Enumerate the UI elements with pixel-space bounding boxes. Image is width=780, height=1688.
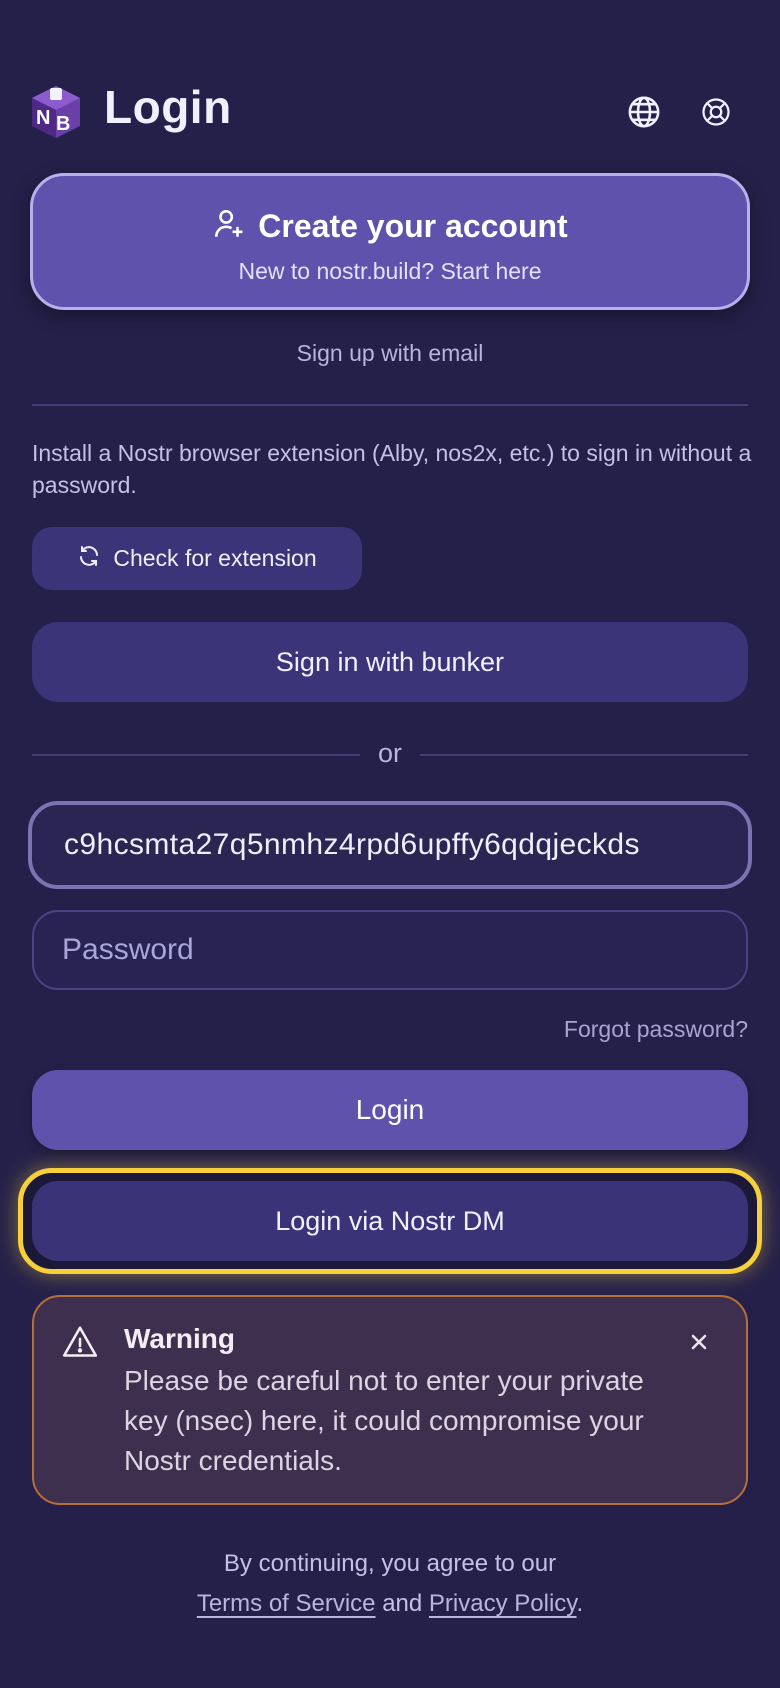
globe-icon[interactable] bbox=[624, 92, 664, 132]
create-account-title: Create your account bbox=[258, 208, 568, 244]
and-text: and bbox=[382, 1590, 423, 1617]
warning-alert: Warning Please be careful not to enter y… bbox=[32, 1295, 748, 1505]
terms-of-service-link[interactable]: Terms of Service bbox=[197, 1590, 376, 1617]
lifebuoy-icon[interactable] bbox=[696, 92, 736, 132]
warning-icon bbox=[60, 1323, 100, 1363]
divider bbox=[32, 404, 748, 406]
user-plus-icon bbox=[212, 206, 246, 247]
forgot-password-link[interactable]: Forgot password? bbox=[564, 1016, 748, 1043]
check-extension-label: Check for extension bbox=[113, 545, 317, 571]
warning-body: Please be careful not to enter your priv… bbox=[124, 1365, 644, 1476]
svg-text:B: B bbox=[56, 113, 70, 135]
nostr-build-logo: N B bbox=[30, 84, 82, 140]
check-extension-button[interactable]: Check for extension bbox=[32, 527, 362, 590]
refresh-icon bbox=[77, 544, 101, 574]
close-icon[interactable] bbox=[686, 1329, 712, 1355]
login-nostr-dm-button[interactable]: Login via Nostr DM bbox=[32, 1181, 748, 1261]
extension-info-text: Install a Nostr browser extension (Alby,… bbox=[32, 440, 752, 498]
divider-right bbox=[420, 754, 748, 756]
password-input[interactable] bbox=[32, 910, 748, 990]
period-text: . bbox=[576, 1590, 584, 1617]
terms-text: By continuing, you agree to our bbox=[223, 1550, 557, 1577]
divider-left bbox=[32, 754, 360, 756]
create-account-subtitle: New to nostr.build? Start here bbox=[238, 258, 542, 284]
sign-up-email-link[interactable]: Sign up with email bbox=[0, 340, 780, 367]
warning-title: Warning bbox=[124, 1323, 235, 1354]
or-separator: or bbox=[377, 738, 402, 768]
page-title: Login bbox=[104, 81, 232, 133]
terms-links-line: Terms of Service and Privacy Policy. bbox=[0, 1590, 780, 1618]
username-input[interactable] bbox=[28, 801, 752, 889]
svg-text:N: N bbox=[36, 107, 50, 129]
privacy-policy-link[interactable]: Privacy Policy bbox=[429, 1590, 577, 1617]
create-account-button[interactable]: Create your account New to nostr.build? … bbox=[30, 173, 750, 310]
login-button[interactable]: Login bbox=[32, 1070, 748, 1150]
sign-in-bunker-button[interactable]: Sign in with bunker bbox=[32, 622, 748, 702]
